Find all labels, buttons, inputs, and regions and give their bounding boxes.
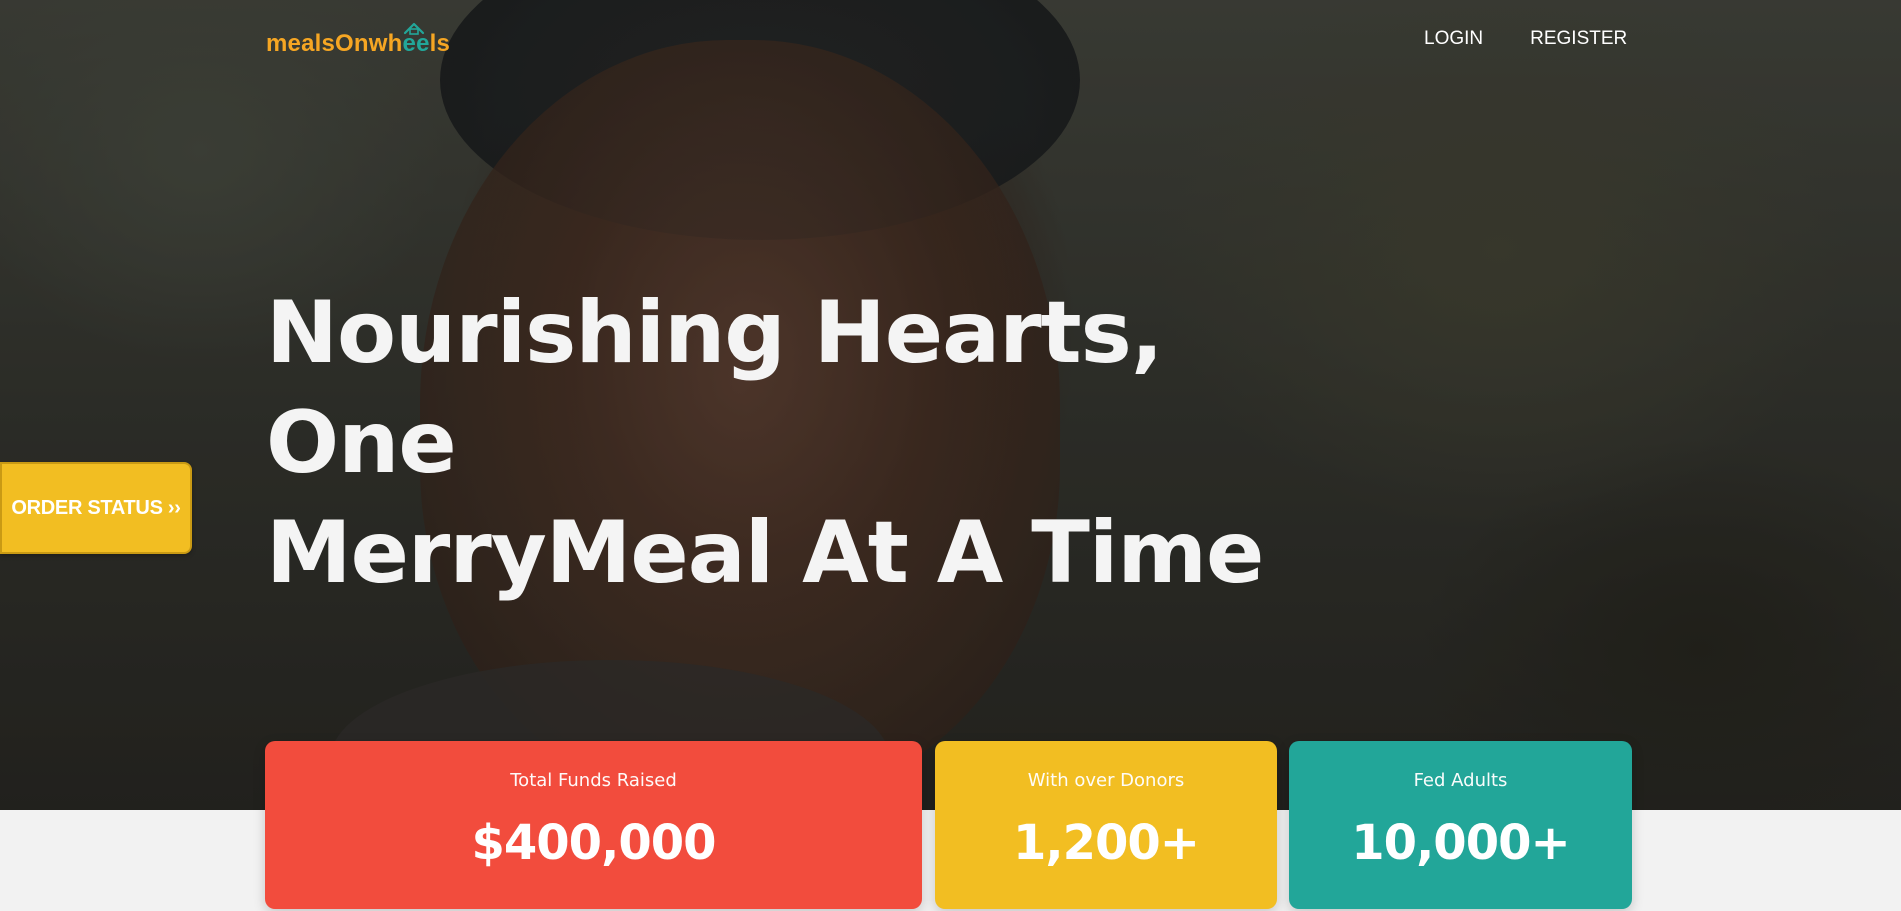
hero-headline: Nourishing Hearts, One MerryMeal At A Ti… [266, 278, 1366, 608]
stat-label: Fed Adults [1413, 770, 1508, 791]
stat-value: $400,000 [471, 815, 716, 871]
logo-text-part1: mealsOnwh [266, 30, 403, 57]
stat-card-funds: Total Funds Raised $400,000 [265, 741, 922, 909]
order-status-button[interactable]: ORDER STATUS ›› [0, 462, 192, 554]
site-logo[interactable]: mealsOnwheels [266, 22, 451, 58]
hero-headline-line1: Nourishing Hearts, One [266, 283, 1164, 493]
top-navbar: mealsOnwheels LOGIN REGISTER [0, 0, 1901, 80]
login-link[interactable]: LOGIN [1424, 28, 1483, 50]
stat-label: With over Donors [1027, 770, 1185, 791]
stat-card-donors: With over Donors 1,200+ [935, 741, 1277, 909]
stat-card-fed-adults: Fed Adults 10,000+ [1289, 741, 1632, 909]
house-roof-icon [403, 22, 425, 35]
stat-label: Total Funds Raised [510, 770, 677, 791]
stat-value: 10,000+ [1351, 815, 1570, 871]
nav-links: LOGIN REGISTER [1424, 28, 1627, 50]
hero-headline-line2: MerryMeal At A Time [266, 503, 1264, 603]
stat-value: 1,200+ [1012, 815, 1200, 871]
register-link[interactable]: REGISTER [1530, 28, 1627, 50]
logo-text-part3: ls [429, 30, 451, 57]
